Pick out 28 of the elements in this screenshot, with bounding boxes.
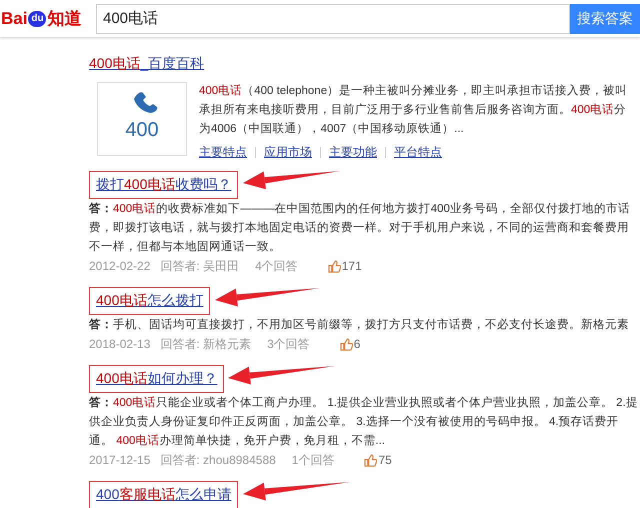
- answer-snippet: 答：手机、固话均可直接拨打，不用加区号前缀等，拨打方只支付市话费，不必支付长途费。新格元素: [89, 317, 630, 333]
- thumbs-up-icon: [340, 338, 353, 350]
- baike-summary: 400电话（400 telephone）是一种主被叫分摊业务，即主叫承担市话接入费，被叫承担所有来电接听费用，目前广泛用于多行业售前售后服务咨询方面。400电话分为4006（中国联通），4007（中国移动原铁通）...: [199, 83, 628, 137]
- baike-section-link[interactable]: 平台特点: [394, 143, 442, 161]
- answer-date: 2012-02-22: [89, 258, 150, 275]
- answer-snippet: 答：400电话的收费标准如下———在中国范围内的任何地方拨打400业务号码，全部仅付拨打地的市话费，即拨打该电话，就与拨打本地固定电话的资费一样。对于手机用户来说，不同的运营商和套餐费用不一样，但都与本地固网通话一致。: [89, 201, 631, 255]
- like-count: 171: [342, 258, 362, 275]
- answerer: 回答者: 吴田田: [160, 258, 240, 275]
- answer-count: 4个回答: [255, 258, 298, 275]
- thumbs-up-icon: [364, 454, 378, 466]
- answer-date: 2017-12-15: [89, 452, 150, 469]
- search-field[interactable]: 400电话: [96, 4, 570, 34]
- image-number: 400: [125, 118, 159, 143]
- thumbs-up-icon: [328, 260, 341, 272]
- like-count: 6: [354, 336, 360, 353]
- baike-section-link[interactable]: 应用市场: [264, 143, 312, 161]
- baike-section-link[interactable]: 主要功能: [329, 143, 377, 161]
- baike-title-link[interactable]: 400电话_百度百科: [89, 55, 204, 71]
- answerer: 回答者: 新格元素: [160, 336, 252, 353]
- baike-section-link[interactable]: 主要特点: [199, 143, 247, 161]
- search-button[interactable]: 搜索答案: [570, 4, 640, 34]
- like-count: 75: [378, 452, 392, 469]
- answer-date: 2018-02-13: [89, 336, 150, 353]
- answerer: 回答者: zhou8984588: [160, 452, 276, 469]
- answer-count: 3个回答: [267, 336, 310, 353]
- baidu-zhidao-logo[interactable]: Bai du 知道: [0, 6, 96, 32]
- answer-count: 1个回答: [292, 452, 334, 469]
- answer-snippet: 答：400电话只能企业或者个体工商户办理。 1.提供企业营业执照或者个体户营业执照，加盖公章。 2.提供企业负责人身份证复印件正反两面，加盖公章。 3.选择一个没有被使用的号码申报。 4.预存话费开通。 400电话办理简单快捷，免开户费，免月租，不需...: [89, 395, 639, 449]
